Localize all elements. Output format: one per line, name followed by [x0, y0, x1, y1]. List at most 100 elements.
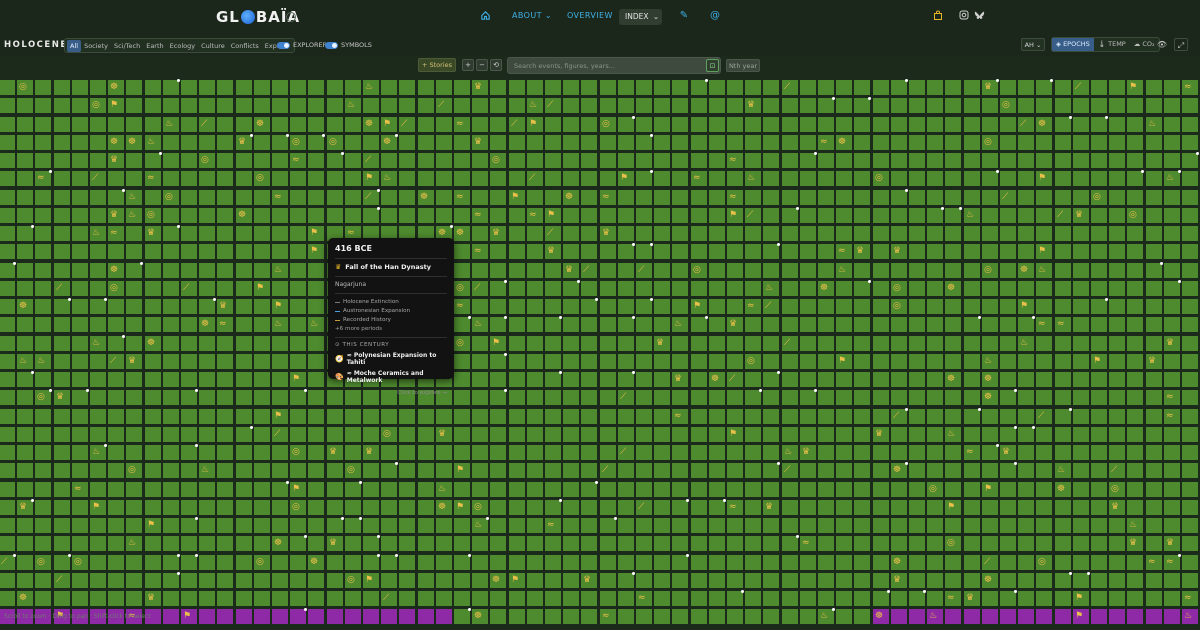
year-cell[interactable]: [363, 500, 379, 515]
year-cell[interactable]: [1182, 482, 1198, 497]
year-cell[interactable]: [563, 463, 579, 478]
year-cell[interactable]: [1091, 116, 1108, 132]
year-cell[interactable]: ◎: [381, 427, 397, 442]
year-cell[interactable]: [927, 299, 943, 314]
year-cell[interactable]: [181, 463, 197, 478]
year-cell[interactable]: [17, 117, 33, 132]
year-cell[interactable]: [1164, 80, 1180, 95]
year-cell[interactable]: ⚑: [381, 117, 397, 132]
year-cell[interactable]: [563, 336, 579, 351]
year-cell[interactable]: ♨: [126, 536, 142, 551]
year-cell[interactable]: [1164, 591, 1180, 606]
year-cell[interactable]: [308, 98, 324, 113]
year-cell[interactable]: [672, 135, 688, 150]
year-cell[interactable]: [1127, 317, 1143, 332]
year-cell[interactable]: [563, 573, 579, 588]
year-cell[interactable]: [527, 80, 543, 95]
mode-epochs[interactable]: ◈ EPOCHS: [1052, 38, 1094, 51]
year-cell[interactable]: [1000, 281, 1016, 296]
year-cell[interactable]: ♛: [854, 244, 870, 259]
year-cell[interactable]: [691, 609, 707, 624]
year-cell[interactable]: [600, 98, 616, 113]
year-cell[interactable]: ◎: [345, 573, 361, 588]
year-cell[interactable]: [308, 427, 324, 442]
year-cell[interactable]: [381, 80, 397, 95]
year-cell[interactable]: [1073, 427, 1089, 442]
year-cell[interactable]: [163, 336, 179, 351]
year-cell[interactable]: [1000, 299, 1016, 314]
year-cell[interactable]: [1182, 573, 1198, 588]
year-cell[interactable]: [0, 372, 15, 387]
year-cell[interactable]: [727, 226, 743, 241]
year-cell[interactable]: [0, 354, 15, 369]
year-cell[interactable]: [399, 518, 415, 533]
year-cell[interactable]: [126, 281, 142, 296]
year-cell[interactable]: [72, 208, 88, 223]
year-cell[interactable]: [691, 500, 707, 515]
year-cell[interactable]: [145, 244, 161, 259]
year-cell[interactable]: [163, 427, 179, 442]
year-cell[interactable]: [399, 409, 415, 424]
year-cell[interactable]: [308, 117, 324, 132]
year-cell[interactable]: [800, 409, 816, 424]
year-cell[interactable]: [1091, 80, 1107, 95]
filter-earth[interactable]: Earth: [143, 40, 166, 52]
year-cell[interactable]: [672, 98, 688, 113]
year-cell[interactable]: [254, 609, 270, 624]
year-cell[interactable]: [782, 591, 798, 606]
year-cell[interactable]: [1073, 98, 1089, 113]
year-cell[interactable]: [654, 299, 670, 314]
year-cell[interactable]: [982, 226, 998, 241]
year-cell[interactable]: [454, 536, 470, 551]
year-cell[interactable]: [909, 244, 925, 259]
year-cell[interactable]: [1146, 536, 1162, 551]
year-cell[interactable]: [945, 244, 961, 259]
year-cell[interactable]: [854, 500, 870, 515]
year-cell[interactable]: [1127, 226, 1143, 241]
year-cell[interactable]: [399, 153, 415, 168]
year-cell[interactable]: [982, 244, 998, 259]
year-cell[interactable]: [17, 208, 33, 223]
year-cell[interactable]: [35, 244, 51, 259]
year-cell[interactable]: [272, 609, 288, 624]
year-cell[interactable]: ◎: [472, 500, 488, 515]
year-cell[interactable]: [727, 171, 743, 186]
year-cell[interactable]: ♨: [745, 171, 761, 186]
year-cell[interactable]: [1164, 263, 1180, 278]
year-cell[interactable]: [1091, 445, 1107, 460]
year-cell[interactable]: [836, 573, 852, 588]
year-cell[interactable]: [363, 409, 379, 424]
year-cell[interactable]: [636, 390, 652, 405]
year-cell[interactable]: [654, 518, 670, 533]
year-cell[interactable]: [163, 409, 179, 424]
year-cell[interactable]: [1091, 463, 1107, 478]
year-cell[interactable]: [891, 500, 907, 515]
year-cell[interactable]: [35, 463, 51, 478]
year-cell[interactable]: ⟋: [1109, 463, 1125, 478]
year-cell[interactable]: [563, 555, 579, 570]
year-cell[interactable]: [782, 135, 798, 150]
home-icon[interactable]: [479, 10, 491, 22]
year-cell[interactable]: [600, 263, 616, 278]
year-cell[interactable]: [600, 517, 617, 533]
year-cell[interactable]: [563, 299, 579, 314]
year-cell[interactable]: [782, 409, 798, 424]
year-cell[interactable]: [35, 482, 51, 497]
year-cell[interactable]: [272, 226, 288, 241]
year-cell[interactable]: [108, 518, 124, 533]
year-cell[interactable]: [418, 445, 434, 460]
year-cell[interactable]: ≈: [964, 445, 980, 460]
year-cell[interactable]: [54, 80, 70, 95]
year-cell[interactable]: [818, 591, 834, 606]
year-cell[interactable]: [618, 371, 635, 387]
year-cell[interactable]: [691, 445, 707, 460]
year-cell[interactable]: [818, 317, 834, 332]
year-cell[interactable]: [35, 80, 51, 95]
year-cell[interactable]: ☸: [490, 573, 506, 588]
year-cell[interactable]: [436, 208, 452, 223]
year-cell[interactable]: ≈: [1164, 390, 1180, 405]
year-cell[interactable]: [1073, 445, 1089, 460]
year-cell[interactable]: [72, 573, 88, 588]
year-cell[interactable]: [891, 263, 907, 278]
year-cell[interactable]: [1000, 482, 1016, 497]
